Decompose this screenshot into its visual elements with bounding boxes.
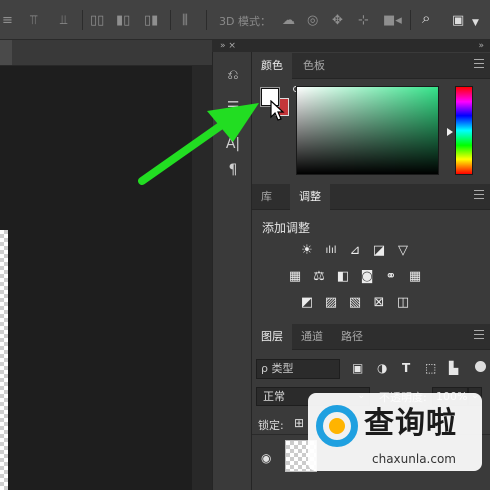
options-bar: ≡ ⫪ ⫫ ▯▯ ▮▯ ▯▮ ⫼ 3D 模式： ☁ ◎ ✥ ⊹ ■◂ ⌕ ▣ ▼	[0, 0, 490, 40]
tab-swatches[interactable]: 色板	[294, 53, 334, 79]
workspace-icon[interactable]: ▣	[452, 14, 464, 27]
filter-shape-icon[interactable]: ⬚	[425, 361, 436, 375]
document-tab-strip	[0, 40, 212, 65]
properties-panel-icon[interactable]: ⚌	[221, 92, 245, 114]
auto-align-icon[interactable]: ⫼	[182, 14, 188, 27]
filter-type-icon[interactable]: T	[402, 361, 410, 375]
tab-adjustments[interactable]: 调整	[290, 184, 330, 210]
visibility-eye-icon[interactable]: ◉	[261, 451, 271, 465]
dock-header[interactable]: »	[252, 40, 490, 52]
adjustments-panel-menu-icon[interactable]	[474, 190, 484, 199]
tab-libraries[interactable]: 库	[252, 184, 281, 210]
mouse-cursor-icon	[270, 100, 285, 121]
tab-channels[interactable]: 通道	[292, 324, 332, 350]
distribute-left-icon[interactable]: ▯▯	[90, 14, 104, 27]
search-icon[interactable]: ⌕	[422, 11, 430, 26]
levels-icon[interactable]: ılıl	[322, 241, 340, 259]
adjustments-panel-tabs: 库 调整	[252, 184, 490, 210]
character-panel-icon[interactable]: A|	[221, 133, 245, 155]
color-balance-icon[interactable]: ⚖	[310, 267, 328, 285]
threshold-icon[interactable]: ▧	[346, 293, 364, 311]
paragraph-panel-icon[interactable]: ¶	[221, 159, 245, 181]
distribute-hcenter-icon[interactable]: ▮▯	[116, 14, 130, 27]
filter-toggle-icon[interactable]	[475, 361, 486, 372]
adjustments-title: 添加调整	[262, 221, 311, 235]
color-panel-tabs: 颜色 色板	[252, 53, 490, 79]
canvas-transparent-region[interactable]	[0, 230, 8, 490]
watermark-url: chaxunla.com	[372, 452, 456, 466]
3d-mode-label: 3D 模式：	[219, 15, 271, 28]
color-lookup-icon[interactable]: ▦	[406, 267, 424, 285]
layers-panel-tabs: 图层 通道 路径	[252, 324, 490, 350]
tab-paths[interactable]: 路径	[332, 324, 372, 350]
hue-slider-bar[interactable]	[455, 86, 473, 175]
vibrance-icon[interactable]: ▽	[394, 241, 412, 259]
brightness-contrast-icon[interactable]: ☀	[298, 241, 316, 259]
3d-roll-icon[interactable]: ◎	[307, 14, 318, 27]
align-left-icon[interactable]: ≡	[2, 14, 13, 27]
watermark-title: 查询啦	[364, 406, 457, 441]
channel-mixer-icon[interactable]: ⚭	[382, 267, 400, 285]
lock-transparent-icon[interactable]: ⊞	[294, 416, 304, 430]
align-top-icon[interactable]: ⫪	[30, 14, 37, 27]
workspace-dropdown-icon[interactable]: ▼	[472, 17, 479, 30]
hue-slider-handle[interactable]	[447, 128, 453, 136]
distribute-right-icon[interactable]: ▯▮	[144, 14, 158, 27]
filter-adjustment-icon[interactable]: ◑	[377, 361, 387, 375]
photo-filter-icon[interactable]: ◙	[358, 267, 376, 285]
filter-pixel-icon[interactable]: ▣	[352, 361, 363, 375]
layers-panel-menu-icon[interactable]	[474, 330, 484, 339]
lock-label: 锁定:	[258, 419, 284, 432]
collapse-strip-button[interactable]: » ×	[220, 40, 236, 52]
filter-smart-object-icon[interactable]: ▙	[449, 361, 458, 375]
selective-color-icon[interactable]: ⊠	[370, 293, 388, 311]
curves-icon[interactable]: ⊿	[346, 241, 364, 259]
align-vcenter-icon[interactable]: ⫫	[60, 14, 67, 27]
blend-mode-value: 正常	[263, 390, 285, 403]
document-tab[interactable]	[0, 40, 12, 65]
hue-saturation-icon[interactable]: ▦	[286, 267, 304, 285]
3d-camera-icon[interactable]: ■◂	[383, 14, 402, 27]
watermark-logo-dot	[329, 418, 345, 434]
black-white-icon[interactable]: ◧	[334, 267, 352, 285]
gradient-map-icon[interactable]: ◫	[394, 293, 412, 311]
history-panel-icon[interactable]: ⎌	[221, 64, 245, 86]
color-picker-field[interactable]	[296, 86, 439, 175]
dock-collapse-icon[interactable]: »	[478, 40, 484, 52]
tab-color[interactable]: 颜色	[252, 53, 292, 79]
exposure-icon[interactable]: ◪	[370, 241, 388, 259]
strip-header[interactable]: » ×	[212, 40, 252, 52]
posterize-icon[interactable]: ▨	[322, 293, 340, 311]
tab-layers[interactable]: 图层	[252, 324, 292, 350]
layer-filter-select[interactable]: ρ 类型	[256, 359, 340, 379]
invert-icon[interactable]: ◩	[298, 293, 316, 311]
color-panel-menu-icon[interactable]	[474, 59, 484, 68]
3d-orbit-icon[interactable]: ☁	[282, 14, 295, 27]
3d-slide-icon[interactable]: ⊹	[358, 14, 369, 27]
canvas-pasteboard[interactable]	[0, 66, 192, 490]
3d-pan-icon[interactable]: ✥	[332, 14, 343, 27]
